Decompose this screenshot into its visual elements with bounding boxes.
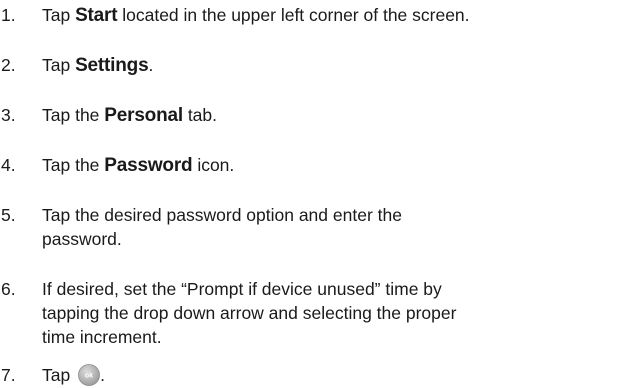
ok-label: ok	[85, 373, 93, 380]
ui-term-settings: Settings	[75, 55, 149, 76]
text-line: Tap the desired password option and ente…	[42, 205, 402, 225]
step-text: Tap Start located in the upper left corn…	[42, 5, 470, 26]
step-number: 6.	[1, 279, 16, 299]
step-text: Tap the desired password option and ente…	[42, 203, 636, 251]
text-line: password.	[42, 229, 122, 249]
step-text: If desired, set the “Prompt if device un…	[42, 277, 636, 349]
ui-term-password: Password	[104, 155, 193, 176]
step-text: Tap the Password icon.	[42, 155, 235, 176]
step-text: Tap ok.	[42, 364, 105, 386]
step-number: 5.	[1, 205, 16, 225]
step-number: 7.	[1, 365, 16, 385]
text-line: time increment.	[42, 327, 162, 347]
step-number: 1.	[1, 5, 16, 25]
step-number: 4.	[1, 155, 16, 175]
text-line: tapping the drop down arrow and selectin…	[42, 303, 457, 323]
step-number: 3.	[1, 105, 16, 125]
ui-term-start: Start	[75, 5, 118, 26]
step-number: 2.	[1, 55, 16, 75]
text-line: If desired, set the “Prompt if device un…	[42, 279, 442, 299]
step-text: Tap the Personal tab.	[42, 105, 218, 126]
ui-term-personal: Personal	[104, 105, 183, 126]
step-text: Tap Settings.	[42, 55, 154, 76]
ok-button-icon: ok	[78, 364, 100, 386]
